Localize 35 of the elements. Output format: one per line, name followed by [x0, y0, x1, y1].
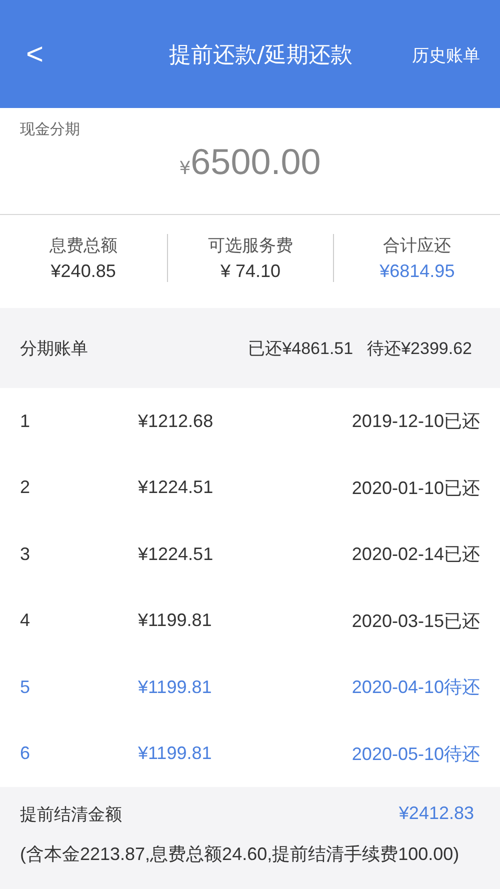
- installment-number: 1: [20, 410, 32, 432]
- bill-title: 分期账单: [20, 338, 89, 360]
- installment-date-status: 2020-02-14已还: [352, 543, 480, 566]
- installment-amount: ¥1199.81: [138, 676, 213, 698]
- back-button[interactable]: <: [20, 38, 50, 72]
- settle-label: 提前结清金额: [20, 804, 122, 826]
- installment-number: 2: [20, 477, 32, 498]
- installment-amount: ¥1212.68: [138, 410, 214, 432]
- stat-label: 息费总额: [49, 234, 118, 256]
- installment-amount: ¥1199.81: [138, 743, 213, 764]
- installment-date-status: 2019-12-10已还: [352, 410, 480, 434]
- stat-value: ¥240.85: [50, 260, 116, 282]
- stat-label: 可选服务费: [208, 234, 293, 256]
- settle-amount: ¥2412.83: [398, 803, 475, 825]
- stat-label: 合计应还: [383, 234, 452, 256]
- pending-total: 待还¥2399.62: [367, 338, 472, 360]
- installment-amount: ¥1224.51: [138, 544, 214, 565]
- installment-number: 6: [20, 743, 32, 764]
- stat-value: ¥ 74.10: [220, 260, 281, 282]
- page-title: 提前还款/延期还款: [168, 42, 354, 70]
- installment-amount: ¥1199.81: [138, 610, 213, 632]
- loan-amount: ¥6500.00: [178, 141, 322, 183]
- installment-number: 5: [20, 676, 32, 698]
- installment-number: 4: [20, 610, 32, 632]
- history-link[interactable]: 历史账单: [412, 44, 480, 66]
- installment-amount: ¥1224.51: [138, 477, 214, 498]
- installment-date-status: 2020-04-10待还: [352, 676, 480, 700]
- settle-detail: (含本金2213.87,息费总额24.60,提前结清手续费100.00): [20, 843, 460, 866]
- product-label: 现金分期: [20, 120, 81, 139]
- installment-date-status: 2020-03-15已还: [352, 610, 480, 633]
- paid-total: 已还¥4861.51: [248, 338, 354, 360]
- installment-date-status: 2020-01-10已还: [352, 476, 480, 500]
- installment-date-status: 2020-05-10待还: [352, 742, 480, 766]
- stat-value: ¥6814.95: [380, 260, 455, 282]
- installment-number: 3: [20, 544, 32, 565]
